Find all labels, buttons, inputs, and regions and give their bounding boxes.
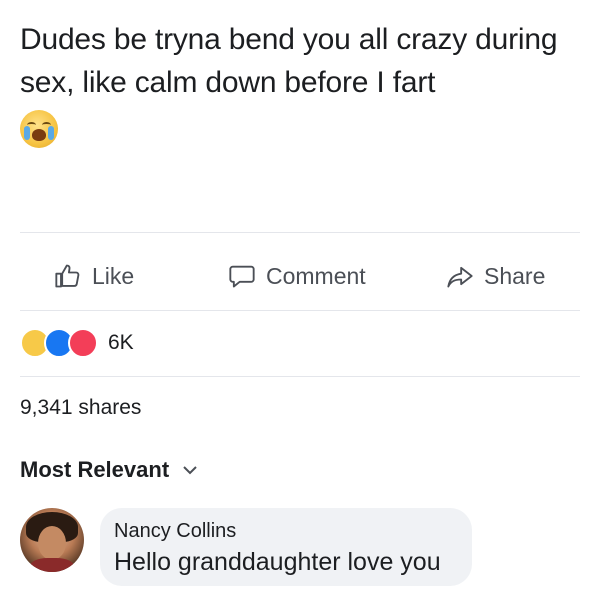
thumbs-up-icon <box>55 264 80 288</box>
avatar[interactable] <box>20 508 84 572</box>
post-text: Dudes be tryna bend you all crazy during… <box>20 18 590 149</box>
divider <box>20 232 580 233</box>
chevron-down-icon <box>183 466 197 475</box>
share-arrow-icon <box>447 266 473 288</box>
share-label: Share <box>484 262 546 289</box>
comment-button[interactable]: Comment <box>228 262 366 290</box>
like-label: Like <box>92 262 135 289</box>
comment-sort-dropdown[interactable]: Most Relevant <box>20 457 197 483</box>
reaction-count: 6K <box>108 331 134 354</box>
crying-face-icon <box>20 110 58 149</box>
like-button[interactable]: Like <box>54 262 134 290</box>
comment-label: Comment <box>266 262 366 289</box>
share-button[interactable]: Share <box>446 262 545 290</box>
comment-author[interactable]: Nancy Collins <box>114 520 236 543</box>
comment-icon <box>229 265 255 288</box>
divider <box>20 310 580 311</box>
comment-text: Hello granddaughter love you <box>114 548 441 576</box>
post-body: Dudes be tryna bend you all crazy during… <box>20 23 558 99</box>
action-bar: Like Comment Share <box>0 262 600 298</box>
comment-bubble: Nancy Collins Hello granddaughter love y… <box>100 508 472 586</box>
divider <box>20 376 580 377</box>
share-count[interactable]: 9,341 shares <box>20 396 141 420</box>
sort-label: Most Relevant <box>20 457 170 482</box>
reactions-summary[interactable]: 6K <box>20 328 134 358</box>
love-reaction-icon <box>68 328 98 358</box>
